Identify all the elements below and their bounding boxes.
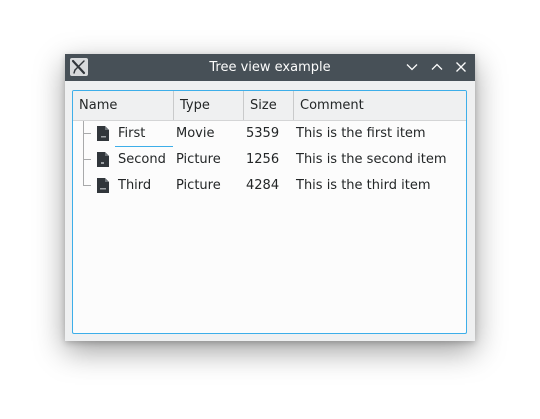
minimize-icon[interactable] bbox=[404, 59, 420, 75]
maximize-icon[interactable] bbox=[429, 59, 445, 75]
file-icon bbox=[97, 152, 109, 167]
row-name: First bbox=[118, 126, 146, 141]
row-name: Third bbox=[118, 178, 152, 193]
row-size: 1256 bbox=[246, 152, 280, 167]
table-row[interactable]: First Movie 5359 This is the first item bbox=[73, 121, 466, 147]
row-comment: This is the first item bbox=[296, 126, 426, 141]
column-header-type[interactable]: Type bbox=[174, 91, 244, 120]
row-size: 4284 bbox=[246, 178, 280, 193]
tree-header: Name Type Size Comment bbox=[73, 91, 466, 121]
table-row[interactable]: Third Picture 4284 This is the third ite… bbox=[73, 173, 466, 199]
row-comment: This is the third item bbox=[296, 178, 431, 193]
main-window: Tree view example Name Type Size Comment bbox=[65, 54, 475, 341]
title-bar[interactable]: Tree view example bbox=[65, 54, 475, 81]
row-type: Movie bbox=[176, 126, 215, 141]
file-icon bbox=[97, 178, 109, 193]
row-name: Second bbox=[118, 152, 166, 167]
column-header-comment[interactable]: Comment bbox=[294, 91, 466, 120]
column-header-size[interactable]: Size bbox=[244, 91, 294, 120]
row-size: 5359 bbox=[246, 126, 280, 141]
column-header-name[interactable]: Name bbox=[73, 91, 174, 120]
table-row[interactable]: Second Picture 1256 This is the second i… bbox=[73, 147, 466, 173]
client-area: Name Type Size Comment First Movie 5359 … bbox=[65, 81, 475, 341]
row-comment: This is the second item bbox=[296, 152, 447, 167]
tree-view[interactable]: Name Type Size Comment First Movie 5359 … bbox=[72, 90, 467, 334]
file-icon bbox=[97, 126, 109, 141]
close-icon[interactable] bbox=[453, 59, 469, 75]
row-type: Picture bbox=[176, 152, 221, 167]
row-type: Picture bbox=[176, 178, 221, 193]
